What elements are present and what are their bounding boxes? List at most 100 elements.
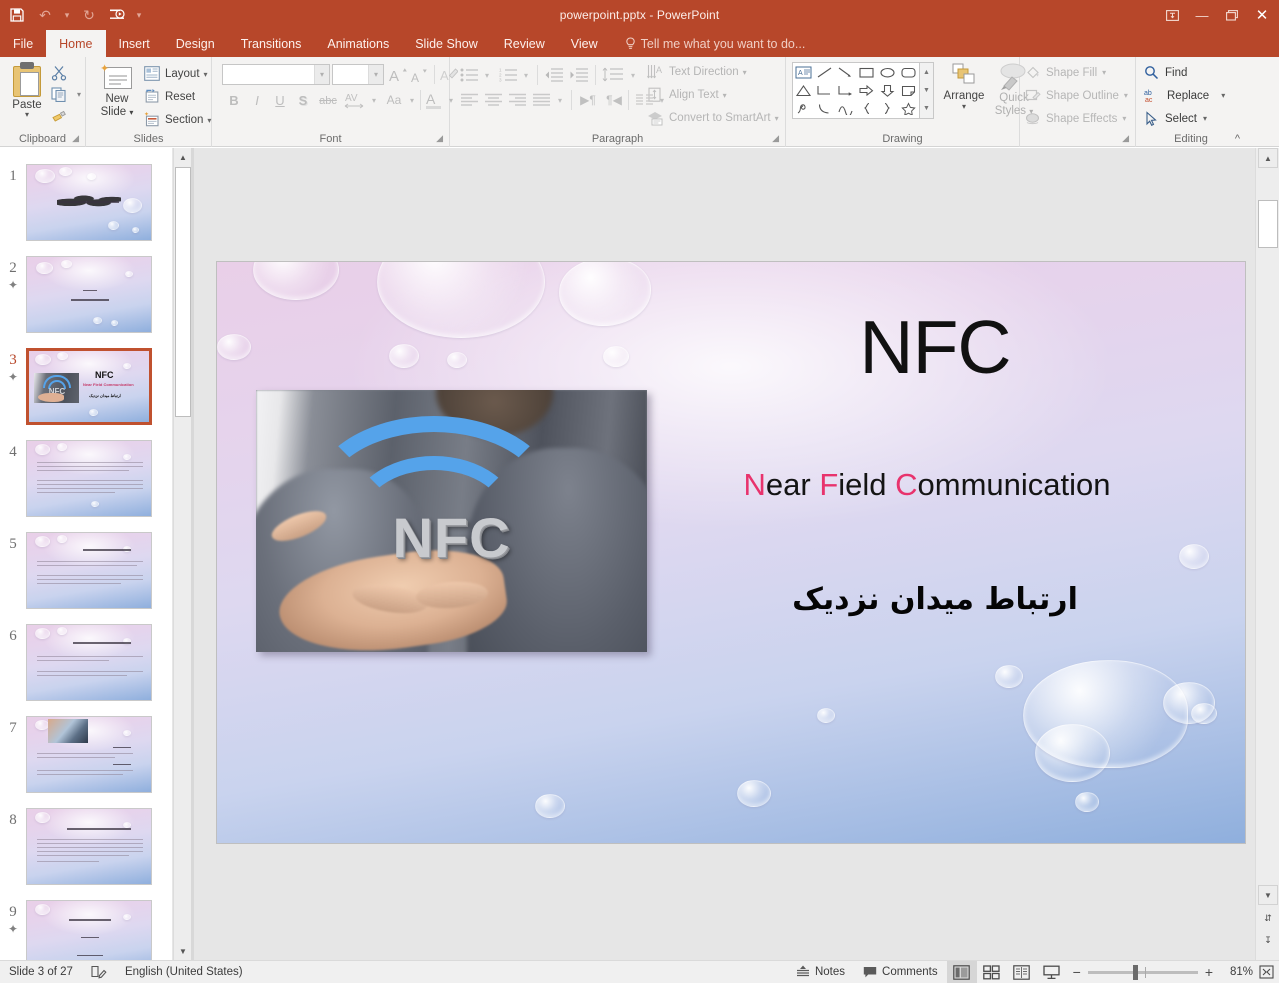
slide-counter[interactable]: Slide 3 of 27	[0, 961, 82, 983]
shape-right-brace-icon[interactable]	[877, 100, 898, 118]
previous-slide-icon[interactable]: ⇵	[1260, 910, 1276, 926]
shape-line-icon[interactable]	[814, 63, 835, 81]
change-case-dropdown-icon[interactable]: ▾	[406, 93, 418, 107]
character-spacing-dropdown-icon[interactable]: ▾	[368, 93, 380, 107]
decrease-indent-icon[interactable]	[543, 65, 565, 84]
columns-menu-icon[interactable]: ▾	[656, 93, 668, 107]
numbering-dropdown-icon[interactable]: ▾	[520, 68, 532, 82]
select-dropdown-icon[interactable]: ▾	[1203, 114, 1207, 123]
shapes-scroll-down-icon[interactable]: ▼	[920, 81, 933, 99]
shapes-gallery[interactable]: A	[792, 62, 920, 119]
change-case-icon[interactable]: Aa	[382, 90, 406, 110]
minimize-icon[interactable]: —	[1187, 2, 1217, 28]
thumbnails-scroll-down-icon[interactable]: ▼	[174, 942, 192, 960]
spelling-icon[interactable]	[82, 961, 116, 983]
text-direction-dropdown-icon[interactable]: ▾	[743, 68, 747, 77]
thumbnail-image-9[interactable]	[26, 900, 152, 960]
new-slide-dropdown-icon[interactable]: ▾	[129, 108, 133, 117]
drawing-dialog-launcher-icon[interactable]: ◢	[1122, 133, 1129, 144]
reset-button[interactable]: Reset	[144, 86, 195, 108]
collapse-ribbon-icon[interactable]: ^	[1235, 133, 1240, 145]
shapes-gallery-scrollbar[interactable]: ▲ ▼ ▼	[920, 62, 934, 119]
thumbnail-image-4[interactable]	[26, 440, 152, 517]
shapes-scroll-up-icon[interactable]: ▲	[920, 63, 933, 81]
decrease-font-size-icon[interactable]: A	[410, 66, 430, 85]
thumbnail-slide-2[interactable]: 2 ✦	[0, 256, 172, 333]
select-button[interactable]: Select ▾	[1144, 111, 1207, 126]
slide-area-scrollbar[interactable]: ▲ ▼ ⇵ ↧	[1255, 148, 1279, 960]
smartart-dropdown-icon[interactable]: ▾	[775, 114, 779, 123]
numbering-icon[interactable]: 123	[497, 65, 519, 84]
bold-icon[interactable]: B	[224, 90, 244, 110]
thumbnail-slide-8[interactable]: 8	[0, 808, 172, 885]
align-left-icon[interactable]	[458, 90, 480, 109]
slide-subtitle[interactable]: Near Field Communication	[627, 467, 1227, 503]
reading-view-button[interactable]	[1007, 961, 1037, 983]
slide-scroll-up-icon[interactable]: ▲	[1258, 148, 1278, 168]
rtl-text-direction-icon[interactable]: ¶◀	[602, 90, 626, 109]
language-indicator[interactable]: English (United States)	[116, 961, 252, 983]
shape-rounded-rectangle-icon[interactable]	[898, 63, 919, 81]
thumbnail-image-8[interactable]	[26, 808, 152, 885]
shape-down-arrow-icon[interactable]	[877, 81, 898, 99]
thumbnail-image-6[interactable]	[26, 624, 152, 701]
shape-left-brace-icon[interactable]	[856, 100, 877, 118]
slide-persian-subtitle[interactable]: ارتباط میدان نزدیک	[665, 582, 1205, 617]
tab-view[interactable]: View	[558, 30, 611, 57]
clipboard-dialog-launcher-icon[interactable]: ◢	[72, 133, 79, 144]
align-center-icon[interactable]	[482, 90, 504, 109]
align-right-icon[interactable]	[506, 90, 528, 109]
underline-icon[interactable]: U	[270, 90, 290, 110]
shape-freeform-icon[interactable]	[835, 100, 856, 118]
font-color-icon[interactable]: A	[424, 89, 444, 111]
thumbnail-image-2[interactable]	[26, 256, 152, 333]
comments-button[interactable]: Comments	[854, 961, 947, 983]
thumbnail-image-7[interactable]	[26, 716, 152, 793]
increase-indent-icon[interactable]	[568, 65, 590, 84]
bullets-icon[interactable]	[458, 65, 480, 84]
shape-effects-dropdown-icon[interactable]: ▾	[1122, 114, 1126, 123]
shape-scribble-icon[interactable]	[793, 100, 814, 118]
convert-to-smartart-button[interactable]: Convert to SmartArt ▾	[647, 110, 779, 126]
bullets-dropdown-icon[interactable]: ▾	[481, 68, 493, 82]
shape-curve-icon[interactable]	[814, 100, 835, 118]
tab-insert[interactable]: Insert	[106, 30, 163, 57]
thumbnail-slide-5[interactable]: 5	[0, 532, 172, 609]
justify-icon[interactable]	[530, 90, 552, 109]
shape-elbow-arrow-icon[interactable]	[835, 81, 856, 99]
thumbnail-slide-3[interactable]: 3 ✦ NFC NFC Near Field C	[0, 348, 172, 425]
thumbnail-slide-4[interactable]: 4	[0, 440, 172, 517]
section-button[interactable]: ✦ Section ▾	[144, 109, 211, 131]
zoom-thumb[interactable]	[1133, 965, 1138, 980]
tab-file[interactable]: File	[0, 30, 46, 57]
replace-button[interactable]: abac Replace ▾	[1144, 88, 1225, 103]
shape-oval-icon[interactable]	[877, 63, 898, 81]
tab-home[interactable]: Home	[46, 30, 105, 57]
thumbnail-image-1[interactable]	[26, 164, 152, 241]
fit-slide-to-window-icon[interactable]	[1253, 961, 1279, 983]
tab-review[interactable]: Review	[491, 30, 558, 57]
slide-edit-area[interactable]: NFC NFC Near Field Communication ارتباط …	[194, 148, 1255, 960]
slide-thumbnails-pane[interactable]: 1 2 ✦	[0, 148, 172, 960]
layout-button[interactable]: Layout ▾	[144, 63, 208, 85]
restore-icon[interactable]	[1217, 2, 1247, 28]
notes-button[interactable]: Notes	[787, 961, 854, 983]
character-spacing-icon[interactable]: AV	[342, 89, 368, 111]
font-dialog-launcher-icon[interactable]: ◢	[436, 133, 443, 144]
thumbnail-slide-9[interactable]: 9 ✦	[0, 900, 172, 960]
close-icon[interactable]: ✕	[1247, 2, 1277, 28]
shape-fill-button[interactable]: Shape Fill ▾	[1025, 65, 1106, 80]
strikethrough-icon[interactable]: abc	[316, 91, 340, 111]
tab-transitions[interactable]: Transitions	[228, 30, 315, 57]
slide-scroll-down-icon[interactable]: ▼	[1258, 885, 1278, 905]
font-name-input[interactable]: ▾	[222, 64, 330, 85]
ribbon-display-options-icon[interactable]	[1157, 2, 1187, 28]
layout-dropdown-icon[interactable]: ▾	[204, 70, 208, 79]
arrange-button[interactable]: Arrange ▾	[938, 62, 990, 110]
current-slide[interactable]: NFC NFC Near Field Communication ارتباط …	[217, 262, 1245, 843]
tab-animations[interactable]: Animations	[314, 30, 402, 57]
replace-dropdown-icon[interactable]: ▾	[1221, 91, 1225, 100]
normal-view-button[interactable]	[947, 961, 977, 983]
increase-font-size-icon[interactable]: A	[388, 65, 408, 84]
line-spacing-dropdown-icon[interactable]: ▾	[627, 68, 639, 82]
